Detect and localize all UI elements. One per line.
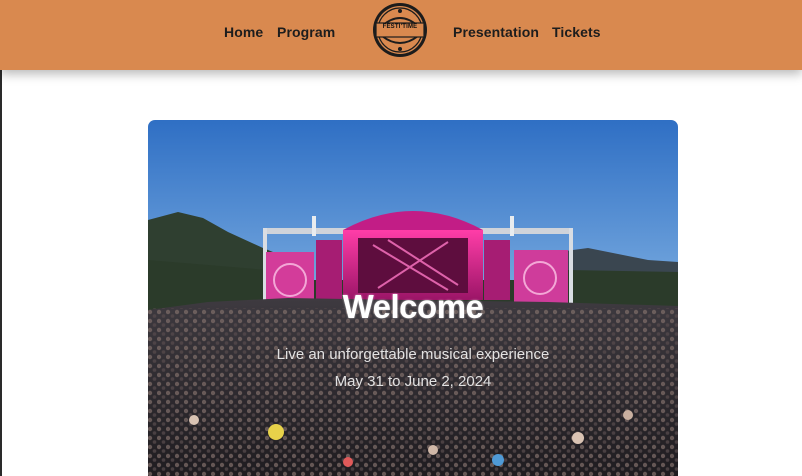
hero-subtitle: Live an unforgettable musical experience: [276, 346, 550, 363]
nav-link-program[interactable]: Program: [277, 24, 335, 40]
hero-title: Welcome: [342, 288, 484, 325]
hero-dates: May 31 to June 2, 2024: [334, 373, 492, 390]
festival-logo[interactable]: FESTI'TIME: [368, 2, 432, 58]
window-left-border: [0, 0, 2, 476]
logo-text: FESTI'TIME: [382, 24, 418, 30]
logo-badge-icon: [373, 3, 427, 57]
nav-link-tickets[interactable]: Tickets: [552, 24, 601, 40]
nav-link-home[interactable]: Home: [224, 24, 263, 40]
hero-banner: Welcome Live an unforgettable musical ex…: [148, 120, 678, 476]
nav-link-presentation[interactable]: Presentation: [453, 24, 539, 40]
site-header: Home Program FESTI'TIME Presentation Tic…: [0, 0, 802, 70]
